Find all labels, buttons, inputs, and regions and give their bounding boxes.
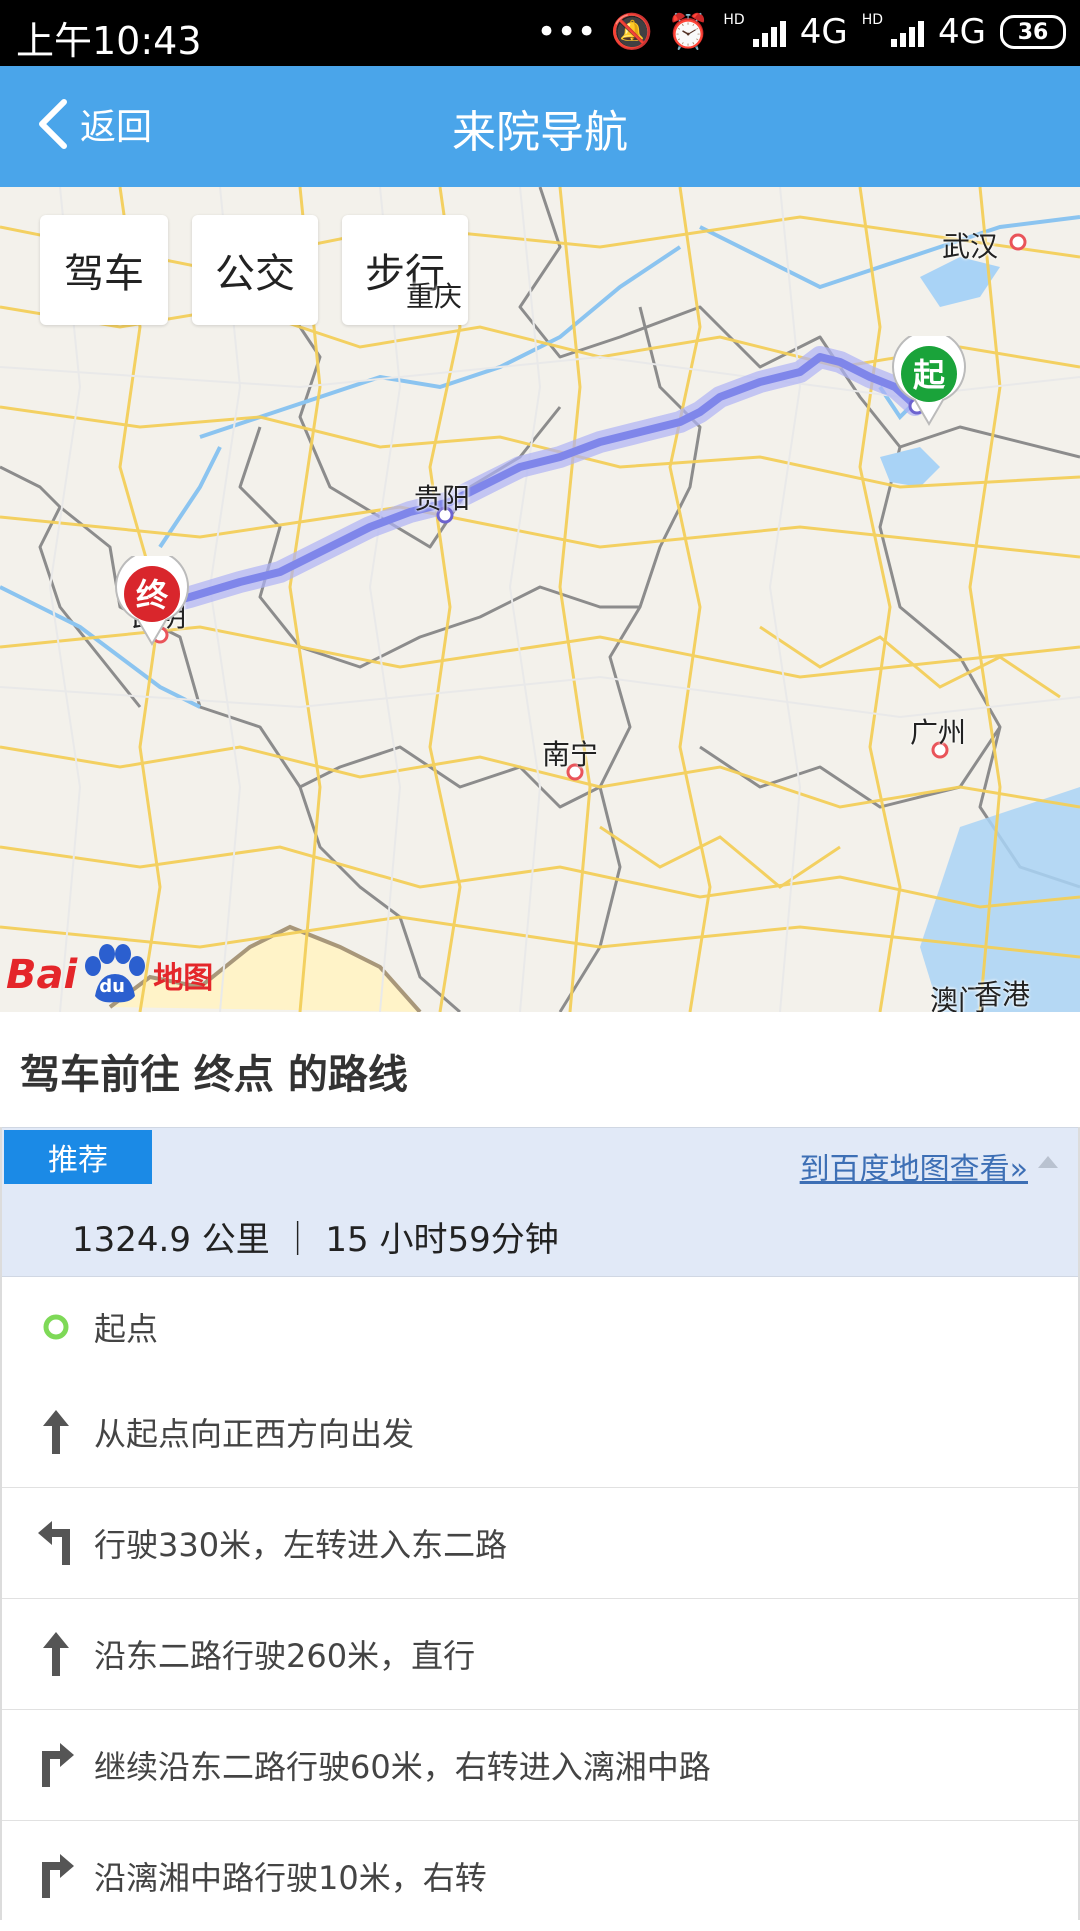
route-step: 起点 [2,1277,1078,1377]
start-marker-label: 起 [912,356,945,394]
route-step-text: 起点 [94,1310,159,1348]
open-baidu-map-link[interactable]: 到百度地图查看» [800,1144,1028,1188]
hd-label-1: HD [723,12,745,28]
network-label-1: 4G [799,12,848,52]
logo-map-text: 地图 [153,961,214,996]
start-dot-icon [30,1277,82,1377]
city-label-hongkong: 香港 [974,978,1031,1011]
turn-right-icon [30,1710,82,1820]
route-step-text: 沿漓湘中路行驶10米，右转 [94,1859,487,1897]
title-bar: 返回 来院导航 [0,66,1080,187]
page-title: 来院导航 [452,107,628,158]
city-label-wuhan: 武汉 [942,230,999,263]
route-steps-list: 起点 从起点向正西方向出发 行驶330米，左转进入东二路 沿东二路行驶260米，… [2,1277,1078,1931]
end-marker[interactable]: 终 [114,549,190,646]
city-label-guangzhou: 广州 [910,716,967,749]
status-time: 上午10:43 [16,19,202,63]
route-summary: 推荐 到百度地图查看» 1324.9 公里 ｜ 15 小时59分钟 [2,1127,1078,1277]
city-label-guiyang: 贵阳 [414,482,471,515]
more-dots-icon: ••• [536,12,597,52]
network-label-2: 4G [938,12,986,52]
route-step: 沿漓湘中路行驶10米，右转 [2,1821,1078,1931]
mode-drive-button[interactable]: 驾车 [40,215,168,325]
city-label-nanning: 南宁 [542,738,599,771]
route-step-text: 行驶330米，左转进入东二路 [94,1526,508,1564]
route-step: 继续沿东二路行驶60米，右转进入漓湘中路 [2,1710,1078,1821]
route-step: 行驶330米，左转进入东二路 [2,1488,1078,1599]
arrow-up-icon [30,1377,82,1487]
end-marker-label: 终 [135,576,168,614]
hd-label-2: HD [861,12,884,28]
status-icons: ••• 🔕 ⏰ HD 4G HD 4G 36 [537,12,1066,52]
turn-left-icon [30,1488,82,1598]
signal-icon [752,17,786,47]
city-label-chongqing: 重庆 [406,280,463,313]
status-bar: 上午10:43 ••• 🔕 ⏰ HD 4G HD 4G 36 [0,0,1080,66]
battery-level: 36 [1017,19,1049,45]
collapse-caret-icon[interactable] [1038,1156,1058,1168]
route-step: 从起点向正西方向出发 [2,1377,1078,1488]
route-step-text: 从起点向正西方向出发 [94,1415,415,1453]
logo-text: Bai [6,952,78,998]
route-distance-time: 1324.9 公里 ｜ 15 小时59分钟 [72,1220,559,1260]
route-step-text: 继续沿东二路行驶60米，右转进入漓湘中路 [94,1748,711,1786]
paw-icon: du [79,944,151,1006]
recommended-badge: 推荐 [4,1130,152,1184]
arrow-up-icon [30,1599,82,1709]
turn-right-icon [30,1821,82,1931]
start-marker[interactable]: 起 [891,329,967,426]
battery-icon: 36 [1000,15,1066,49]
alarm-icon: ⏰ [667,12,710,52]
signal-icon [891,17,925,47]
logo-du: du [99,976,125,997]
route-step-text: 沿东二路行驶260米，直行 [94,1637,476,1675]
map-view[interactable]: 驾车 公交 步行 武汉 重庆 贵阳 昆明 南宁 广州 澳门 香港 起 终 Bai [0,187,1080,1012]
mode-bus-button[interactable]: 公交 [192,215,318,325]
baidu-map-logo: Bai du 地图 [6,944,213,1006]
route-heading: 驾车前往 终点 的路线 [20,1052,408,1098]
route-step: 沿东二路行驶260米，直行 [2,1599,1078,1710]
mute-icon: 🔕 [610,12,654,52]
